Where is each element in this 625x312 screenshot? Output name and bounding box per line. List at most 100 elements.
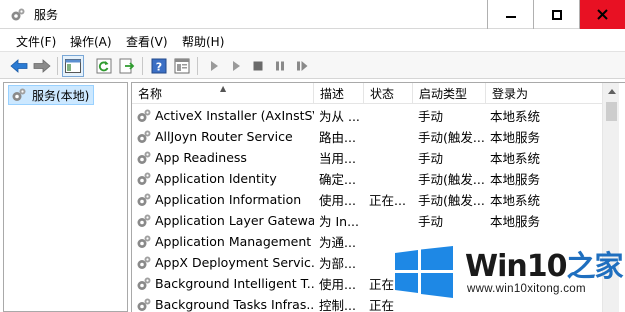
scroll-up-button[interactable]	[603, 83, 620, 100]
service-name: Background Tasks Infras...	[155, 297, 314, 312]
restart-service-icon	[297, 61, 308, 71]
service-name-cell: App Readiness	[136, 147, 314, 168]
table-row[interactable]: ActiveX Installer (AxInstSV) 为从 ... 手动 本地系统	[132, 105, 602, 126]
service-name: Application Management	[155, 234, 312, 249]
tree-item-services-local[interactable]: 服务(本地)	[8, 85, 94, 105]
back-button[interactable]	[8, 55, 30, 77]
table-row[interactable]: Application Information 使用... 正在... 手动(触发..…	[132, 189, 602, 210]
pause-service-button[interactable]	[269, 55, 291, 77]
service-name-cell: Application Management	[136, 231, 314, 252]
column-header-label: 启动类型	[419, 87, 468, 101]
menu-bar: 文件(F) 操作(A) 查看(V) 帮助(H)	[0, 29, 625, 51]
forward-button[interactable]	[31, 55, 53, 77]
console-tree-pane: 服务(本地)	[3, 82, 128, 312]
export-list-button[interactable]	[116, 55, 138, 77]
service-startup-type: 手动(触发...	[418, 172, 485, 187]
properties-icon	[174, 58, 190, 74]
close-button[interactable]	[579, 0, 625, 29]
minimize-icon	[505, 15, 516, 18]
stop-service-icon	[253, 61, 263, 71]
service-name-cell: Background Intelligent T...	[136, 273, 314, 294]
service-name-cell: Application Layer Gatewa...	[136, 210, 314, 231]
table-row[interactable]: App Readiness 当用... 手动 本地系统	[132, 147, 602, 168]
show-console-tree-icon	[65, 59, 81, 73]
service-status	[369, 168, 413, 189]
show-console-tree-button[interactable]	[62, 55, 84, 77]
table-row[interactable]: AllJoyn Router Service 路由... 手动(触发... 本地服务	[132, 126, 602, 147]
refresh-icon	[96, 58, 112, 74]
stop-service-button[interactable]	[247, 55, 269, 77]
scroll-thumb[interactable]	[606, 102, 617, 121]
column-header-startup-type[interactable]: 启动类型	[413, 83, 486, 104]
help-icon: ?	[151, 58, 167, 74]
refresh-button[interactable]	[93, 55, 115, 77]
service-status: 正在...	[369, 193, 406, 208]
service-gear-icon	[136, 213, 152, 229]
start-service-button[interactable]	[203, 55, 225, 77]
service-startup-type: 手动(触发...	[418, 130, 485, 145]
maximize-icon	[551, 9, 562, 20]
menu-action[interactable]: 操作(A)	[70, 33, 112, 50]
service-logon-as: 本地服务	[490, 130, 541, 145]
service-name: Application Layer Gatewa...	[155, 213, 314, 228]
service-description: 当用...	[319, 151, 356, 166]
service-name: ActiveX Installer (AxInstSV)	[155, 108, 314, 123]
pause-service-icon	[276, 61, 284, 71]
service-logon-as: 本地系统	[490, 193, 541, 208]
forward-arrow-icon	[33, 59, 51, 73]
watermark-brand: Win10之家	[465, 249, 624, 284]
service-gear-icon	[136, 192, 152, 208]
toolbar: ?	[0, 51, 625, 79]
service-gear-icon	[136, 234, 152, 250]
maximize-button[interactable]	[533, 0, 579, 29]
service-name: Background Intelligent T...	[155, 276, 314, 291]
toolbar-separator	[197, 57, 198, 75]
restart-service-button[interactable]	[291, 55, 313, 77]
windows-logo-icon	[395, 246, 453, 298]
help-button[interactable]: ?	[148, 55, 170, 77]
close-icon	[597, 9, 608, 20]
sort-ascending-icon: ▲	[220, 84, 227, 93]
table-row[interactable]: Application Identity 确定... 手动(触发... 本地服务	[132, 168, 602, 189]
watermark-url: www.win10xitong.com	[467, 283, 586, 295]
service-name: AppX Deployment Servic...	[155, 255, 314, 270]
start-service-alt-icon	[233, 61, 240, 71]
service-name-cell: Application Information	[136, 189, 314, 210]
service-logon-as: 本地系统	[490, 109, 541, 124]
service-logon-as: 本地系统	[490, 151, 541, 166]
minimize-button[interactable]	[487, 0, 533, 29]
service-gear-icon	[136, 108, 152, 124]
service-logon-as: 本地服务	[490, 214, 541, 229]
column-header-status[interactable]: 状态	[364, 83, 413, 104]
menu-file[interactable]: 文件(F)	[16, 33, 56, 50]
service-name: Application Information	[155, 192, 302, 207]
column-header-name[interactable]: 名称 ▲	[132, 83, 314, 104]
service-gear-icon	[136, 129, 152, 145]
window-title: 服务	[34, 8, 59, 22]
scroll-up-arrow-icon	[607, 89, 616, 94]
toolbar-separator	[142, 57, 143, 75]
menu-view[interactable]: 查看(V)	[126, 33, 168, 50]
service-gear-icon	[136, 255, 152, 271]
start-service-icon	[211, 61, 218, 71]
table-row[interactable]: Application Layer Gatewa... 为 In... 手动 本地服务	[132, 210, 602, 231]
watermark: Win10之家 www.win10xitong.com	[391, 241, 625, 312]
start-service-alt-button[interactable]	[225, 55, 247, 77]
service-name: App Readiness	[155, 150, 247, 165]
column-header-label: 登录为	[492, 87, 529, 101]
properties-button[interactable]	[171, 55, 193, 77]
column-header-description[interactable]: 描述	[314, 83, 364, 104]
service-name-cell: AllJoyn Router Service	[136, 126, 314, 147]
service-description: 使用...	[319, 277, 356, 292]
menu-help[interactable]: 帮助(H)	[182, 33, 224, 50]
svg-text:?: ?	[156, 61, 162, 74]
service-description: 为部...	[319, 256, 356, 271]
title-bar: 服务	[0, 0, 625, 29]
service-startup-type: 手动(触发...	[418, 193, 485, 208]
service-name-cell: AppX Deployment Servic...	[136, 252, 314, 273]
service-name: AllJoyn Router Service	[155, 129, 293, 144]
list-header: 名称 ▲ 描述 状态 启动类型 登录为	[132, 83, 602, 104]
service-description: 确定...	[319, 172, 356, 187]
service-gear-icon	[136, 297, 152, 312]
column-header-logon-as[interactable]: 登录为	[486, 83, 602, 104]
